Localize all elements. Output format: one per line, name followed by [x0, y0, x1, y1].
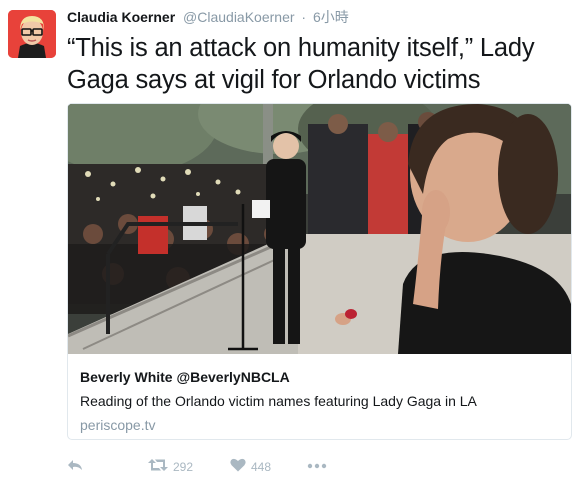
- retweet-count: 292: [173, 459, 194, 474]
- separator-dot: ·: [301, 9, 307, 25]
- card-domain[interactable]: periscope.tv: [80, 416, 559, 434]
- author-name[interactable]: Claudia Koerner: [67, 9, 175, 25]
- link-card[interactable]: Beverly White @BeverlyNBCLA Reading of t…: [67, 103, 572, 440]
- more-dots-icon: [307, 458, 327, 472]
- retweet-icon: [148, 458, 168, 475]
- like-count: 448: [251, 459, 272, 474]
- reply-button[interactable]: [67, 458, 83, 475]
- retweet-button[interactable]: 292: [148, 458, 193, 475]
- timestamp[interactable]: 6小時: [313, 9, 349, 25]
- card-body[interactable]: Beverly White @BeverlyNBCLA Reading of t…: [68, 354, 571, 434]
- like-button[interactable]: 448: [230, 458, 271, 475]
- more-button[interactable]: [307, 458, 327, 472]
- author-handle[interactable]: @ClaudiaKoerner: [183, 9, 295, 25]
- tweet-text: “This is an attack on humanity itself,” …: [67, 34, 535, 94]
- tweet-actions: 292 448: [67, 458, 367, 478]
- tweet: Claudia Koerner @ClaudiaKoerner · 6小時 “T…: [67, 8, 573, 96]
- tweet-header: Claudia Koerner @ClaudiaKoerner · 6小時: [67, 8, 573, 27]
- heart-icon: [230, 458, 246, 475]
- reply-icon: [67, 458, 83, 475]
- card-media-image[interactable]: [68, 104, 571, 354]
- card-title[interactable]: Beverly White @BeverlyNBCLA: [80, 368, 559, 386]
- card-description: Reading of the Orlando victim names feat…: [80, 393, 477, 409]
- avatar[interactable]: [8, 10, 56, 58]
